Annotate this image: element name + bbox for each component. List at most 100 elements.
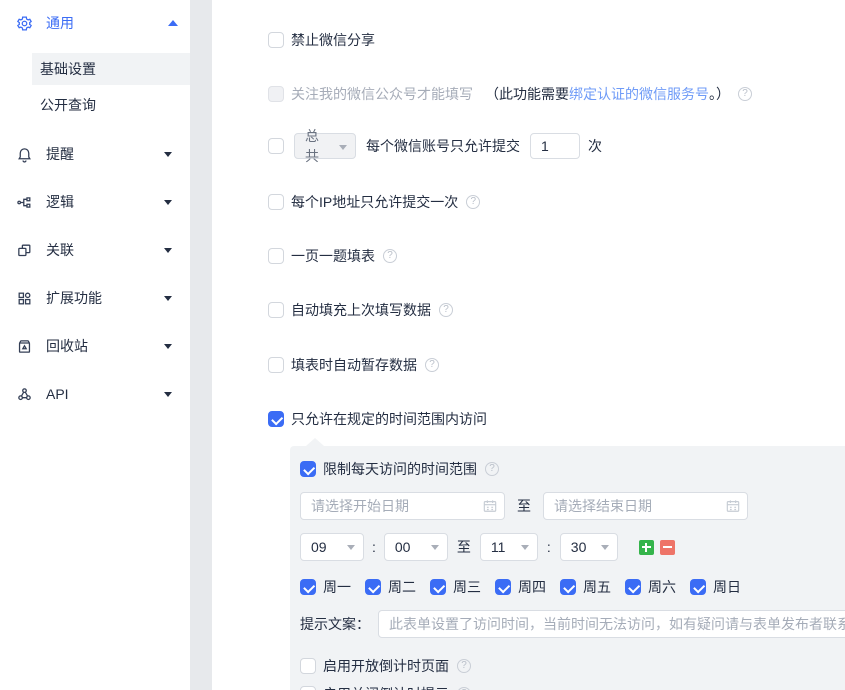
forbid-wechat-share-checkbox[interactable] [268, 32, 284, 48]
panel-row-tip: 提示文案： [300, 610, 845, 638]
weekday-checkbox[interactable] [430, 579, 446, 595]
weekday-label: 周六 [648, 577, 676, 597]
sidebar-item-label: 关联 [46, 240, 74, 260]
daily-limit-checkbox[interactable] [300, 461, 316, 477]
sidebar-item-label: 提醒 [46, 144, 74, 164]
to-label: 至 [517, 496, 531, 516]
sidebar-item-recycle-bin[interactable]: 回收站 [16, 334, 190, 358]
time-range-panel: 限制每天访问的时间范围 至 [290, 446, 845, 690]
setting-label: 填表时自动暂存数据 [291, 355, 417, 375]
sidebar-item-extension[interactable]: 扩展功能 [16, 286, 190, 310]
select-value: 00 [395, 539, 411, 555]
countdown-close-checkbox[interactable] [300, 686, 316, 690]
end-date-picker [543, 492, 748, 520]
end-hour-select[interactable]: 11 [480, 533, 538, 561]
weekday-checkbox[interactable] [560, 579, 576, 595]
chevron-down-icon [521, 545, 529, 550]
setting-row-follow-wechat: 关注我的微信公众号才能填写 （此功能需要 绑定认证的微信服务号 。） [268, 84, 752, 104]
sidebar-item-label: 逻辑 [46, 192, 74, 212]
gear-icon [16, 15, 33, 32]
time-separator: : [372, 539, 376, 555]
submit-limit-checkbox[interactable] [268, 138, 284, 154]
weekday-label: 周二 [388, 577, 416, 597]
expand-arrow-icon [164, 296, 172, 301]
sidebar-item-public-query[interactable]: 公开查询 [32, 89, 190, 121]
weekday-label: 周五 [583, 577, 611, 597]
setting-label: 每个微信账号只允许提交 [366, 136, 520, 156]
time-range-checkbox[interactable] [268, 411, 284, 427]
form-settings-page: 通用 基础设置 公开查询 提醒 逻辑 [0, 0, 845, 690]
setting-row-one-page-one-question: 一页一题填表 [268, 246, 397, 266]
panel-row-countdown-close: 启用关闭倒计时提示 [300, 684, 471, 690]
help-icon[interactable] [738, 87, 752, 101]
chevron-down-icon [347, 545, 355, 550]
sidebar-group-general[interactable]: 通用 [16, 10, 178, 36]
submit-count-input[interactable] [530, 133, 580, 159]
help-icon[interactable] [383, 249, 397, 263]
setting-label: 每个IP地址只允许提交一次 [291, 192, 458, 212]
weekday-checkbox[interactable] [300, 579, 316, 595]
panel-row-countdown-open: 启用开放倒计时页面 [300, 656, 471, 676]
end-minute-select[interactable]: 30 [560, 533, 618, 561]
tip-text-input[interactable] [378, 610, 845, 638]
start-date-input[interactable] [300, 492, 505, 520]
sidebar-item-label: API [46, 386, 69, 402]
start-minute-select[interactable]: 00 [384, 533, 448, 561]
expand-arrow-icon [164, 152, 172, 157]
extension-icon [16, 290, 33, 307]
bind-wechat-service-link[interactable]: 绑定认证的微信服务号 [569, 84, 709, 104]
panel-row-daily-limit: 限制每天访问的时间范围 [300, 459, 499, 479]
weekday-label: 周四 [518, 577, 546, 597]
weekday-checkbox[interactable] [690, 579, 706, 595]
expand-arrow-icon [164, 344, 172, 349]
help-icon[interactable] [457, 659, 471, 673]
plus-icon[interactable] [639, 540, 654, 555]
setting-row-time-range: 只允许在规定的时间范围内访问 [268, 409, 487, 429]
sidebar-item-basic-settings[interactable]: 基础设置 [32, 53, 190, 85]
unit-label: 次 [588, 136, 602, 156]
setting-label: 关注我的微信公众号才能填写 [291, 84, 473, 104]
panel-row-date-range: 至 [300, 492, 748, 520]
sidebar-item-label: 基础设置 [40, 59, 96, 79]
expand-arrow-icon [164, 392, 172, 397]
autofill-checkbox[interactable] [268, 302, 284, 318]
submit-limit-scope-select[interactable]: 总共 [294, 133, 356, 159]
end-date-input[interactable] [543, 492, 748, 520]
setting-label: 禁止微信分享 [291, 30, 375, 50]
weekday-checkbox[interactable] [495, 579, 511, 595]
select-value: 09 [311, 539, 327, 555]
help-icon[interactable] [439, 303, 453, 317]
expand-arrow-icon [164, 200, 172, 205]
collapse-arrow-icon [168, 20, 178, 26]
panel-row-time-range: 09 : 00 至 11 : 30 [300, 533, 675, 561]
setting-row-autofill: 自动填充上次填写数据 [268, 300, 453, 320]
help-icon[interactable] [425, 358, 439, 372]
weekday-checkbox[interactable] [365, 579, 381, 595]
tip-label: 提示文案： [300, 614, 370, 634]
chevron-down-icon [339, 145, 347, 150]
select-value: 11 [491, 539, 506, 555]
setting-label: 自动填充上次填写数据 [291, 300, 431, 320]
follow-wechat-checkbox [268, 86, 284, 102]
sidebar: 通用 基础设置 公开查询 提醒 逻辑 [0, 0, 190, 690]
weekday-label: 周三 [453, 577, 481, 597]
autosave-checkbox[interactable] [268, 357, 284, 373]
note-prefix: （此功能需要 [485, 84, 569, 104]
minus-icon[interactable] [660, 540, 675, 555]
sidebar-item-api[interactable]: API [16, 382, 190, 406]
help-icon[interactable] [485, 462, 499, 476]
ip-limit-checkbox[interactable] [268, 194, 284, 210]
sidebar-item-relation[interactable]: 关联 [16, 238, 190, 262]
sidebar-item-remind[interactable]: 提醒 [16, 142, 190, 166]
setting-label: 限制每天访问的时间范围 [323, 459, 477, 479]
help-icon[interactable] [466, 195, 480, 209]
chevron-down-icon [431, 545, 439, 550]
one-page-one-question-checkbox[interactable] [268, 248, 284, 264]
start-hour-select[interactable]: 09 [300, 533, 364, 561]
weekday-checkbox[interactable] [625, 579, 641, 595]
start-date-picker [300, 492, 505, 520]
setting-label: 启用开放倒计时页面 [323, 656, 449, 676]
sidebar-item-logic[interactable]: 逻辑 [16, 190, 190, 214]
setting-row-autosave: 填表时自动暂存数据 [268, 355, 439, 375]
countdown-open-checkbox[interactable] [300, 658, 316, 674]
